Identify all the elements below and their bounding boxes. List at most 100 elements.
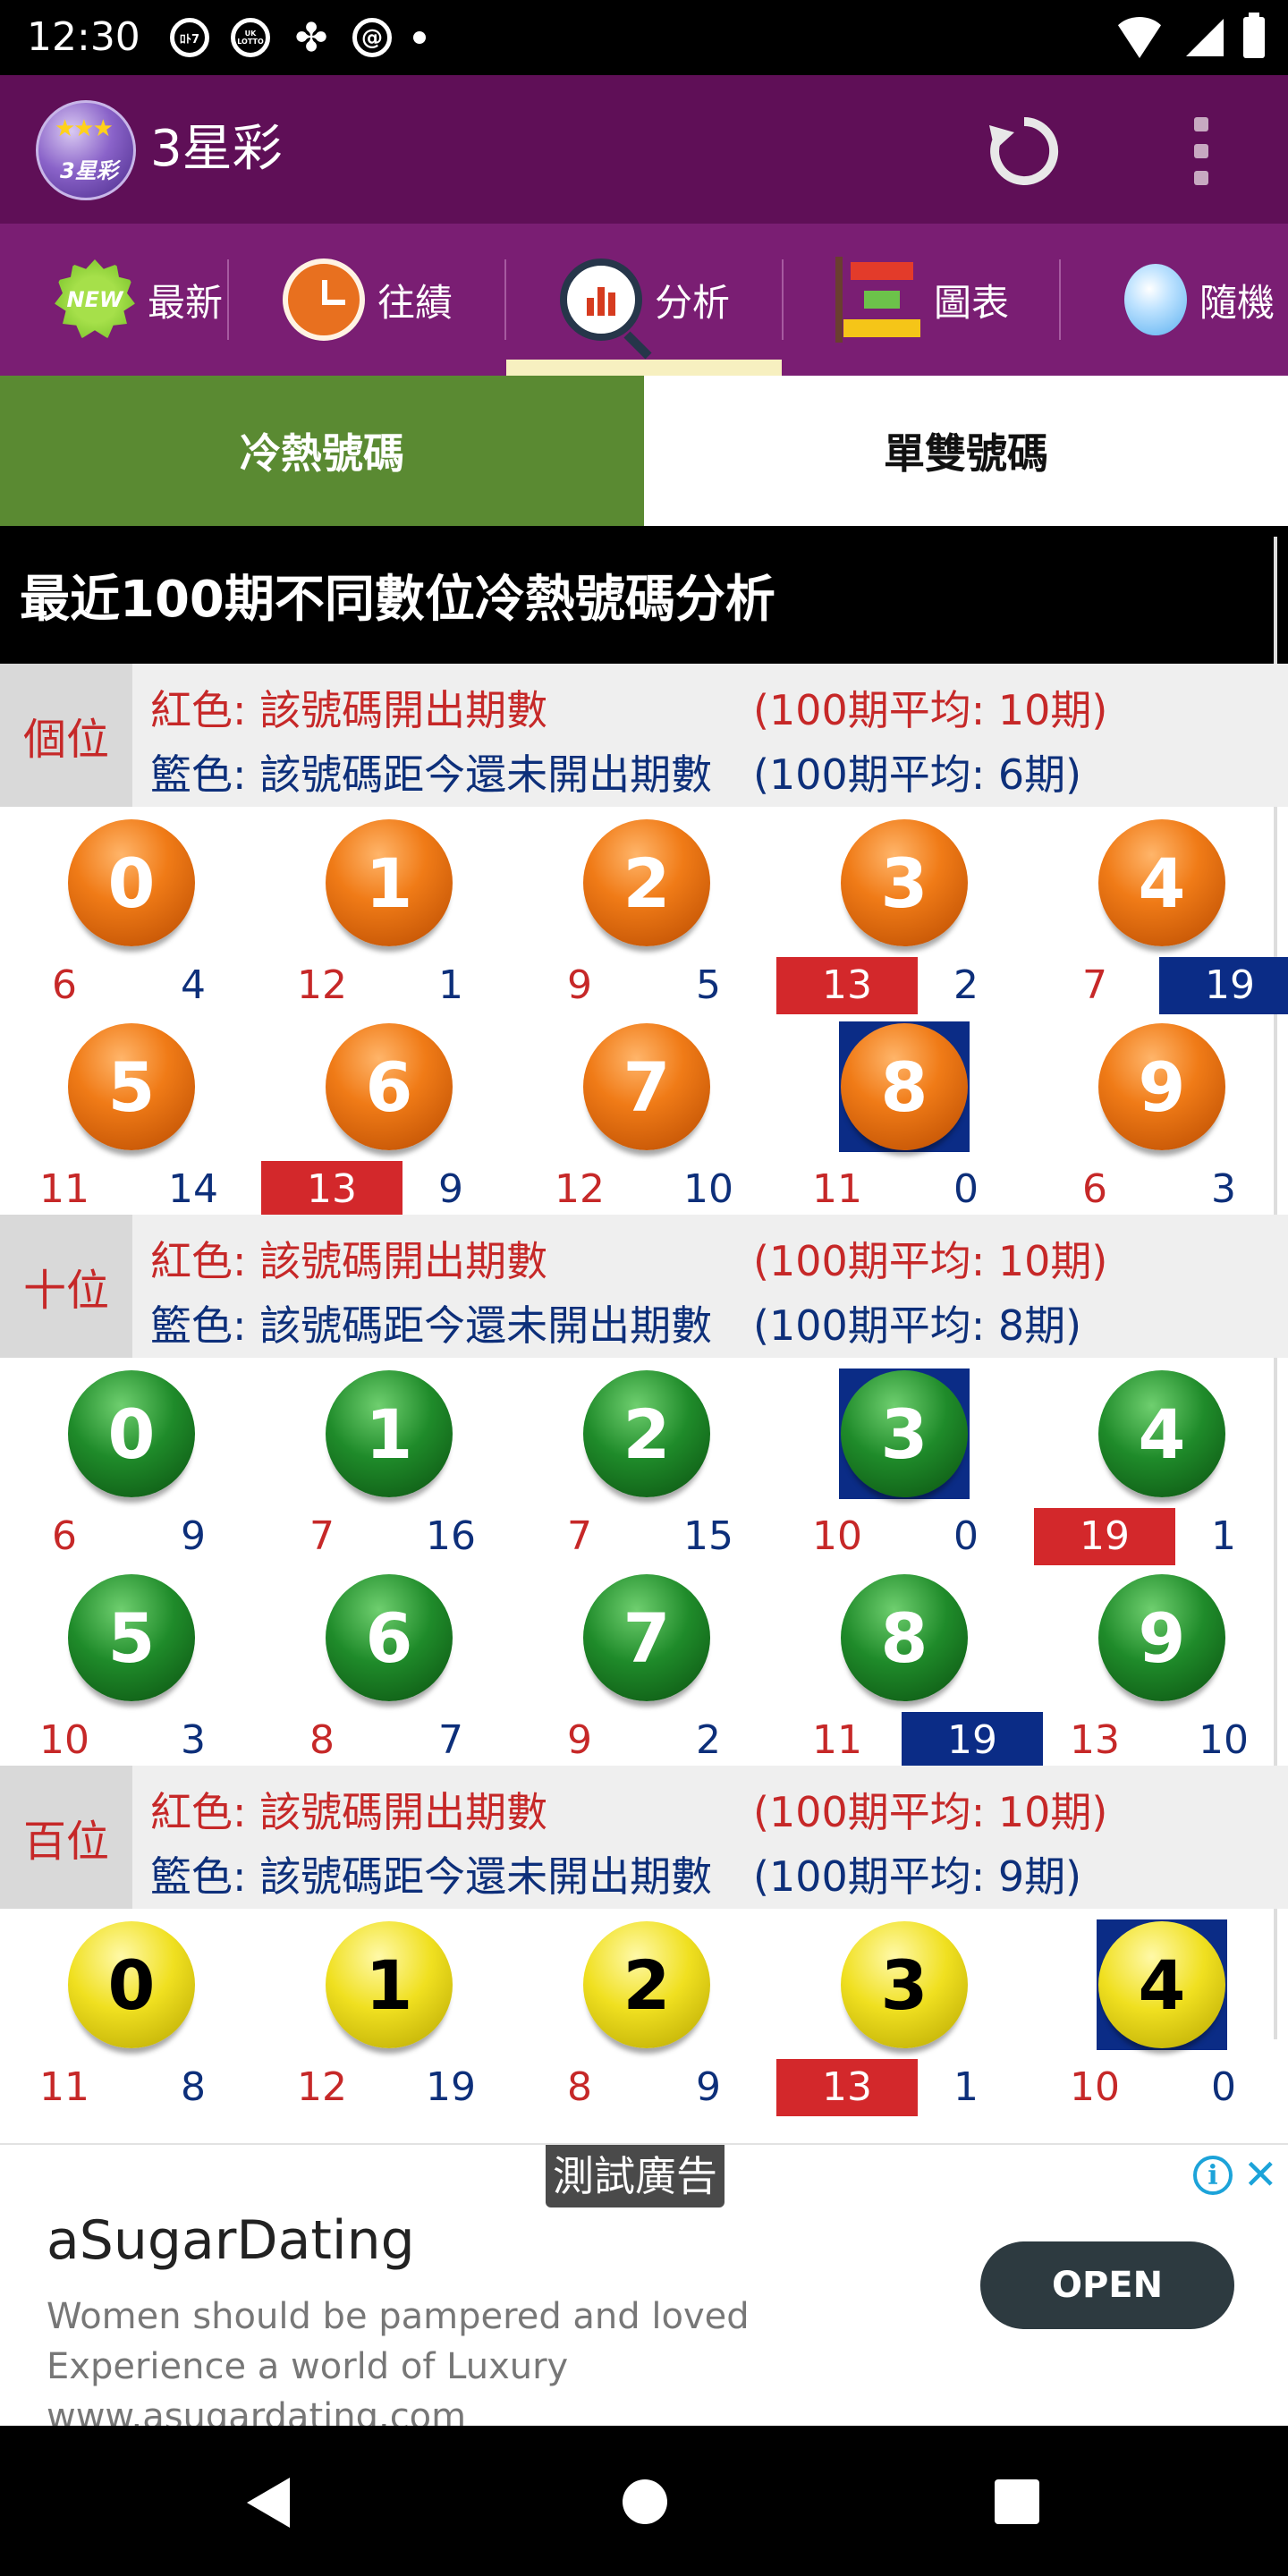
ball-frame: 7	[581, 1021, 712, 1152]
drawn-count: 11	[812, 1717, 862, 1763]
notification-icons: ﾛﾄ7 UK LOTTO ✤ @	[170, 14, 426, 61]
ad-banner[interactable]: 測試廣告 i ✕ aSugarDating Women should be pa…	[0, 2143, 1288, 2437]
ball-frame: 1	[324, 818, 454, 948]
number-ball: 4	[1098, 1921, 1225, 2048]
ball-frame: 4	[1097, 1368, 1227, 1499]
drawn-count: 8	[567, 2064, 592, 2110]
clover-icon: ✤	[294, 14, 328, 61]
periods-since: 0	[953, 1513, 979, 1559]
subtab-hot-cold[interactable]: 冷熱號碼	[0, 376, 644, 526]
drawn-count: 7	[567, 1513, 592, 1559]
dot-icon	[413, 31, 426, 44]
tab-analysis[interactable]: 分析	[506, 224, 784, 376]
drawn-count: 8	[309, 1717, 335, 1763]
number-row: 5 11 14 6 13 9 7 12 10 8 11 0 9 6 3	[0, 1011, 1288, 1218]
drawn-count: 10	[39, 1717, 89, 1763]
position-block: 百位 紅色: 該號碼開出期數 (100期平均: 10期) 籃色: 該號碼距今還未開出期…	[0, 1766, 1288, 2116]
bar-chart-icon	[835, 257, 921, 343]
ball-frame: 4	[1097, 818, 1227, 948]
legend-red-text: 紅色: 該號碼開出期數	[150, 1788, 548, 1836]
periods-since: 14	[168, 1166, 218, 1212]
number-ball: 2	[583, 819, 710, 946]
drawn-count: 11	[39, 1166, 89, 1212]
drawn-count: 13	[776, 2059, 918, 2116]
app-title: 3星彩	[150, 120, 283, 178]
position-block: 十位 紅色: 該號碼開出期數 (100期平均: 10期) 籃色: 該號碼距今還未開出期…	[0, 1215, 1288, 1769]
position-label: 個位	[0, 664, 132, 807]
ball-frame: 4	[1097, 1919, 1227, 2050]
number-cell: 9 13 10	[1030, 1562, 1288, 1766]
number-ball: 8	[841, 1574, 968, 1701]
ad-title[interactable]: aSugarDating	[47, 2209, 415, 2272]
legend-red-text: 紅色: 該號碼開出期數	[150, 1237, 548, 1285]
wifi-icon	[1113, 17, 1166, 58]
legend-blue-average: (100期平均: 6期)	[753, 750, 1082, 799]
number-cell: 4 7 19	[1030, 807, 1288, 1014]
section-title: 最近100期不同數位冷熱號碼分析	[0, 526, 1288, 664]
ad-open-button[interactable]: OPEN	[980, 2241, 1234, 2329]
tab-strip: NEW 最新 往績 分析 圖表 隨機	[0, 224, 1288, 376]
number-cell: 0 11 8	[0, 1909, 258, 2113]
ad-test-tag: 測試廣告	[546, 2145, 724, 2207]
tab-label: 分析	[654, 280, 730, 325]
number-cell: 2 7 15	[515, 1358, 773, 1562]
number-cell: 1 12 1	[258, 807, 515, 1011]
drawn-count: 19	[1034, 1508, 1175, 1565]
drawn-count: 9	[567, 962, 592, 1008]
number-ball: 7	[583, 1574, 710, 1701]
number-cell: 3 13 1	[773, 1909, 1030, 2116]
ad-info-icon[interactable]: i	[1193, 2156, 1233, 2195]
number-cell: 1 7 16	[258, 1358, 515, 1562]
app-logo: ★★★ 3星彩	[36, 100, 136, 200]
ball-frame: 3	[839, 1368, 970, 1499]
number-cell: 8 11 19	[773, 1562, 1043, 1769]
more-options-button[interactable]	[1181, 111, 1222, 191]
back-icon[interactable]	[247, 2478, 290, 2528]
periods-since: 1	[1211, 1513, 1236, 1559]
tab-history[interactable]: 往績	[229, 224, 506, 376]
number-cell: 2 8 9	[515, 1909, 773, 2113]
system-icons	[1113, 13, 1265, 61]
status-bar: 12:30 ﾛﾄ7 UK LOTTO ✤ @	[0, 0, 1288, 75]
signal-icon	[1186, 19, 1224, 56]
recents-icon[interactable]	[995, 2479, 1039, 2524]
ball-frame: 3	[839, 1919, 970, 2050]
number-ball: 9	[1098, 1574, 1225, 1701]
tab-selected-indicator	[506, 360, 782, 376]
number-ball: 3	[841, 1921, 968, 2048]
ball-frame: 7	[581, 1572, 712, 1703]
home-icon[interactable]	[623, 2479, 667, 2524]
legend-blue-text: 籃色: 該號碼距今還未開出期數	[150, 750, 713, 799]
clock-icon	[282, 258, 365, 341]
drawn-count: 7	[309, 1513, 335, 1559]
lotto-jp-icon: ﾛﾄ7	[170, 18, 209, 57]
ball-frame: 8	[839, 1021, 970, 1152]
number-cell: 5 10 3	[0, 1562, 258, 1766]
drawn-count: 13	[261, 1161, 402, 1218]
number-ball: 2	[583, 1921, 710, 2048]
ball-frame: 0	[66, 818, 197, 948]
drawn-count: 12	[297, 962, 347, 1008]
tab-label: 往績	[377, 280, 453, 325]
tab-charts[interactable]: 圖表	[784, 224, 1061, 376]
number-ball: 9	[1098, 1023, 1225, 1150]
legend: 個位 紅色: 該號碼開出期數 (100期平均: 10期) 籃色: 該號碼距今還未開出期…	[0, 664, 1288, 807]
drawn-count: 7	[1082, 962, 1107, 1008]
ball-frame: 2	[581, 1919, 712, 2050]
legend-red-average: (100期平均: 10期)	[753, 1237, 1108, 1285]
number-cell: 5 11 14	[0, 1011, 258, 1215]
app-bar: ★★★ 3星彩 3星彩	[0, 75, 1288, 224]
number-cell: 3 13 2	[773, 807, 1030, 1014]
tab-label: 隨機	[1199, 280, 1275, 325]
ball-frame: 1	[324, 1368, 454, 1499]
ball-frame: 6	[324, 1572, 454, 1703]
tab-random[interactable]: 隨機	[1061, 224, 1288, 376]
periods-since: 9	[696, 2064, 721, 2110]
ad-close-icon[interactable]: ✕	[1243, 2150, 1278, 2199]
subtab-odd-even[interactable]: 單雙號碼	[644, 376, 1288, 526]
drawn-count: 13	[1070, 1717, 1120, 1763]
number-cell: 3 10 0	[773, 1358, 1030, 1562]
periods-since: 8	[181, 2064, 206, 2110]
refresh-button[interactable]	[984, 111, 1064, 191]
periods-since: 5	[696, 962, 721, 1008]
